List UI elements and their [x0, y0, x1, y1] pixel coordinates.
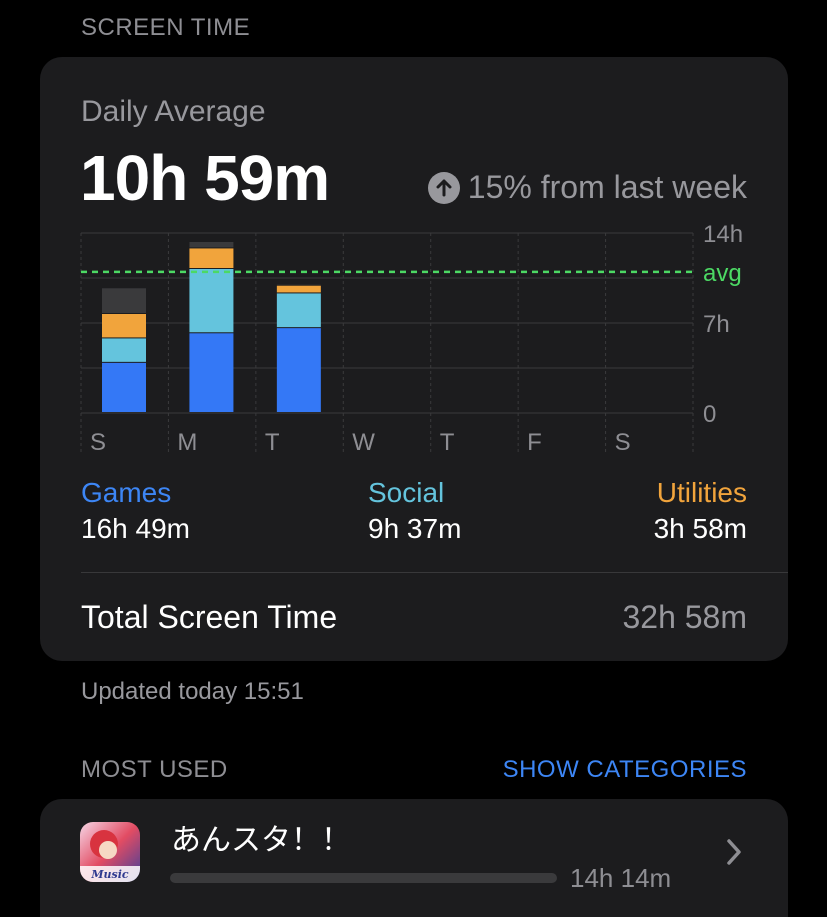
category-value: 16h 49m	[81, 513, 190, 544]
bar-segment-utilities	[102, 314, 146, 338]
chevron-right-icon[interactable]	[724, 837, 744, 872]
bar-segment-other	[102, 288, 146, 313]
ensemble-stars-app-icon: Music	[80, 822, 140, 882]
app-usage-bar	[170, 873, 557, 883]
most-used-header: MOST USED	[81, 756, 228, 783]
x-tick-label: S	[615, 429, 631, 456]
x-tick-label: T	[265, 429, 280, 456]
x-tick-label: W	[352, 429, 375, 456]
y-tick-label: 7h	[703, 311, 730, 338]
weekly-change-text: 15% from last week	[467, 169, 747, 205]
daily-average-label: Daily Average	[81, 95, 266, 128]
screen-time-header: SCREEN TIME	[81, 14, 251, 41]
y-tick-label: 14h	[703, 221, 743, 248]
average-label: avg	[703, 260, 742, 287]
category-name: Utilities	[656, 477, 747, 508]
bar-segment-games	[189, 333, 234, 412]
category-games: Games 16h 49m	[81, 477, 190, 545]
category-value: 3h 58m	[653, 513, 747, 544]
bar-segment-social	[276, 293, 321, 328]
weekly-change: 15% from last week	[427, 169, 747, 206]
bar-segment-utilities	[189, 248, 234, 268]
category-utilities: Utilities 3h 58m	[654, 477, 747, 545]
x-tick-label: S	[90, 429, 106, 456]
show-categories-button[interactable]: SHOW CATEGORIES	[503, 756, 747, 784]
app-name: あんスタ！！	[171, 823, 351, 858]
daily-usage-chart[interactable]: avg 14h 7h 0 S M T W T F S	[40, 217, 788, 477]
screen-time-card[interactable]: Daily Average 10h 59m 15% from last week…	[40, 57, 788, 661]
category-name: Games	[81, 477, 172, 508]
daily-average-value: 10h 59m	[80, 142, 330, 214]
x-tick-label: F	[527, 429, 542, 456]
category-social: Social 9h 37m	[368, 477, 461, 545]
total-screen-time-value: 32h 58m	[622, 599, 747, 635]
bar-segment-other	[189, 242, 234, 248]
most-used-app-row[interactable]: Music あんスタ！！ 14h 14m	[40, 799, 788, 917]
updated-timestamp: Updated today 15:51	[81, 678, 304, 705]
y-tick-label: 0	[703, 401, 716, 428]
bar-segment-social	[189, 269, 234, 333]
app-usage-time: 14h 14m	[570, 863, 672, 893]
bar-segment-social	[102, 338, 146, 362]
category-name: Social	[368, 477, 445, 508]
bar-segment-games	[102, 362, 146, 412]
category-value: 9h 37m	[368, 513, 462, 544]
bar-segment-games	[276, 328, 321, 412]
x-tick-label: T	[440, 429, 455, 456]
divider	[81, 572, 788, 573]
x-tick-label: M	[177, 429, 197, 456]
total-screen-time-label: Total Screen Time	[81, 599, 338, 635]
arrow-up-circle-icon	[427, 171, 460, 204]
bar-segment-utilities	[276, 285, 321, 293]
svg-text:Music: Music	[90, 868, 129, 881]
